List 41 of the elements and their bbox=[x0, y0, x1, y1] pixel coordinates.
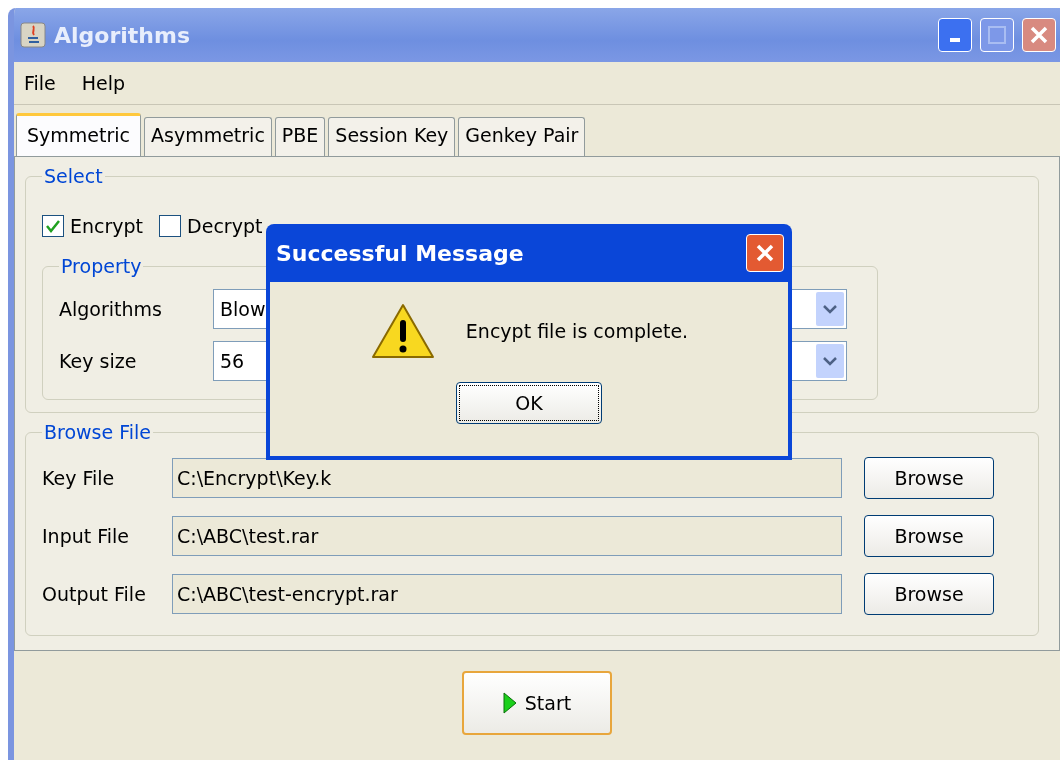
minimize-button[interactable] bbox=[938, 18, 972, 52]
checkbox[interactable] bbox=[42, 215, 64, 237]
path-field[interactable]: C:\Encrypt\Key.k bbox=[172, 458, 842, 498]
ok-button[interactable]: OK bbox=[456, 382, 602, 424]
field-label: Key File bbox=[42, 467, 116, 489]
field-label: Algorithms bbox=[59, 298, 163, 320]
group-title: Browse File bbox=[43, 421, 152, 443]
path-field[interactable]: C:\ABC\test.rar bbox=[172, 516, 842, 556]
group-title: Property bbox=[60, 255, 143, 277]
menu-item[interactable]: Help bbox=[81, 72, 126, 94]
menu-item[interactable]: File bbox=[24, 72, 56, 94]
browse-button[interactable]: Browse bbox=[864, 573, 994, 615]
group-title: Select bbox=[43, 165, 104, 187]
close-icon bbox=[1028, 24, 1050, 46]
tab[interactable]: PBE bbox=[274, 117, 326, 156]
maximize-button[interactable] bbox=[980, 18, 1014, 52]
minimize-icon bbox=[950, 38, 960, 42]
close-button[interactable] bbox=[1022, 18, 1056, 52]
tab[interactable]: Asymmetric bbox=[144, 117, 272, 156]
tab[interactable]: Genkey Pair bbox=[458, 117, 586, 156]
maximize-icon bbox=[987, 25, 1007, 45]
checkbox-label: Decrypt bbox=[187, 215, 263, 237]
field-label: Input File bbox=[42, 525, 131, 547]
start-button[interactable]: Start bbox=[462, 671, 612, 735]
dialog-title: Successful Message bbox=[276, 240, 524, 266]
app-icon bbox=[20, 22, 46, 48]
warning-icon bbox=[369, 302, 436, 360]
field-label: Key size bbox=[59, 350, 138, 372]
tab[interactable]: Session Key bbox=[328, 117, 456, 156]
path-field[interactable]: C:\ABC\test-encrypt.rar bbox=[172, 574, 842, 614]
checkbox-label: Encrypt bbox=[70, 215, 144, 237]
play-icon bbox=[502, 692, 517, 714]
window-title: Algorithms bbox=[54, 22, 192, 48]
browse-button[interactable]: Browse bbox=[864, 457, 994, 499]
close-icon bbox=[754, 242, 776, 264]
browse-button[interactable]: Browse bbox=[864, 515, 994, 557]
checkbox[interactable] bbox=[159, 215, 182, 237]
dialog-message: Encypt file is complete. bbox=[465, 320, 689, 342]
close-button[interactable] bbox=[746, 234, 784, 272]
field-label: Output File bbox=[42, 583, 147, 605]
tab[interactable]: Symmetric bbox=[16, 113, 141, 156]
